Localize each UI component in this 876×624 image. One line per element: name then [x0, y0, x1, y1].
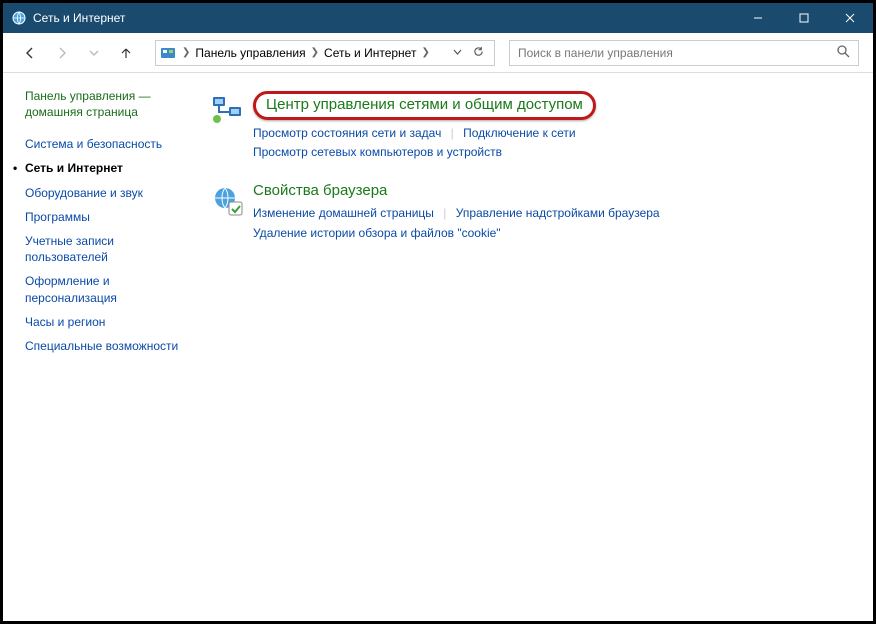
minimize-button[interactable] — [735, 3, 781, 33]
search-placeholder: Поиск в панели управления — [518, 46, 836, 60]
browser-props-link[interactable]: Свойства браузера — [253, 182, 387, 199]
sidebar-item-user-accounts[interactable]: Учетные записи пользователей — [25, 229, 193, 269]
search-icon — [836, 44, 850, 61]
up-button[interactable] — [113, 42, 139, 64]
network-sharing-icon — [211, 93, 245, 127]
content: Центр управления сетями и общим доступом… — [203, 73, 873, 621]
address-bar[interactable]: ❯ Панель управления ❯ Сеть и Интернет ❯ — [155, 40, 495, 66]
network-icon — [11, 10, 27, 26]
chevron-right-icon: ❯ — [419, 47, 431, 58]
link-change-homepage[interactable]: Изменение домашней страницы — [253, 206, 434, 220]
sidebar-item-accessibility[interactable]: Специальные возможности — [25, 334, 193, 358]
sidebar-item-programs[interactable]: Программы — [25, 205, 193, 229]
refresh-button[interactable] — [473, 46, 484, 60]
body: Панель управления — домашняя страница Си… — [3, 73, 873, 621]
back-button[interactable] — [17, 42, 43, 64]
sidebar-item-system-security[interactable]: Система и безопасность — [25, 132, 193, 156]
forward-button[interactable] — [49, 42, 75, 64]
sidebar: Панель управления — домашняя страница Си… — [3, 73, 203, 621]
link-manage-addons[interactable]: Управление надстройками браузера — [456, 206, 660, 220]
network-center-link[interactable]: Центр управления сетями и общим доступом — [253, 91, 596, 120]
window: Сеть и Интернет ❯ Панель управления ❯ Се… — [0, 0, 876, 624]
chevron-right-icon: ❯ — [180, 47, 192, 58]
recent-dropdown[interactable] — [81, 42, 107, 64]
window-title: Сеть и Интернет — [33, 11, 735, 25]
sidebar-item-appearance[interactable]: Оформление и персонализация — [25, 269, 193, 309]
sidebar-item-hardware-sound[interactable]: Оборудование и звук — [25, 181, 193, 205]
breadcrumb-current[interactable]: Сеть и Интернет — [321, 46, 419, 60]
sidebar-item-clock-region[interactable]: Часы и регион — [25, 310, 193, 334]
control-panel-icon — [160, 45, 176, 61]
section-network-center: Центр управления сетями и общим доступом… — [211, 91, 855, 162]
search-input[interactable]: Поиск в панели управления — [509, 40, 859, 66]
section-browser-props: Свойства браузера Изменение домашней стр… — [211, 182, 855, 242]
link-connect-network[interactable]: Подключение к сети — [463, 126, 575, 140]
toolbar: ❯ Панель управления ❯ Сеть и Интернет ❯ … — [3, 33, 873, 73]
link-view-network-devices[interactable]: Просмотр сетевых компьютеров и устройств — [253, 145, 502, 159]
internet-options-icon — [211, 184, 245, 218]
link-view-network-status[interactable]: Просмотр состояния сети и задач — [253, 126, 441, 140]
chevron-right-icon: ❯ — [309, 47, 321, 58]
maximize-button[interactable] — [781, 3, 827, 33]
sidebar-item-network-internet[interactable]: Сеть и Интернет — [25, 156, 193, 180]
titlebar: Сеть и Интернет — [3, 3, 873, 33]
sidebar-home-link[interactable]: Панель управления — домашняя страница — [25, 89, 193, 120]
close-button[interactable] — [827, 3, 873, 33]
link-delete-history[interactable]: Удаление истории обзора и файлов "cookie… — [253, 226, 501, 240]
breadcrumb-root[interactable]: Панель управления — [192, 46, 308, 60]
chevron-down-icon[interactable] — [452, 46, 463, 60]
